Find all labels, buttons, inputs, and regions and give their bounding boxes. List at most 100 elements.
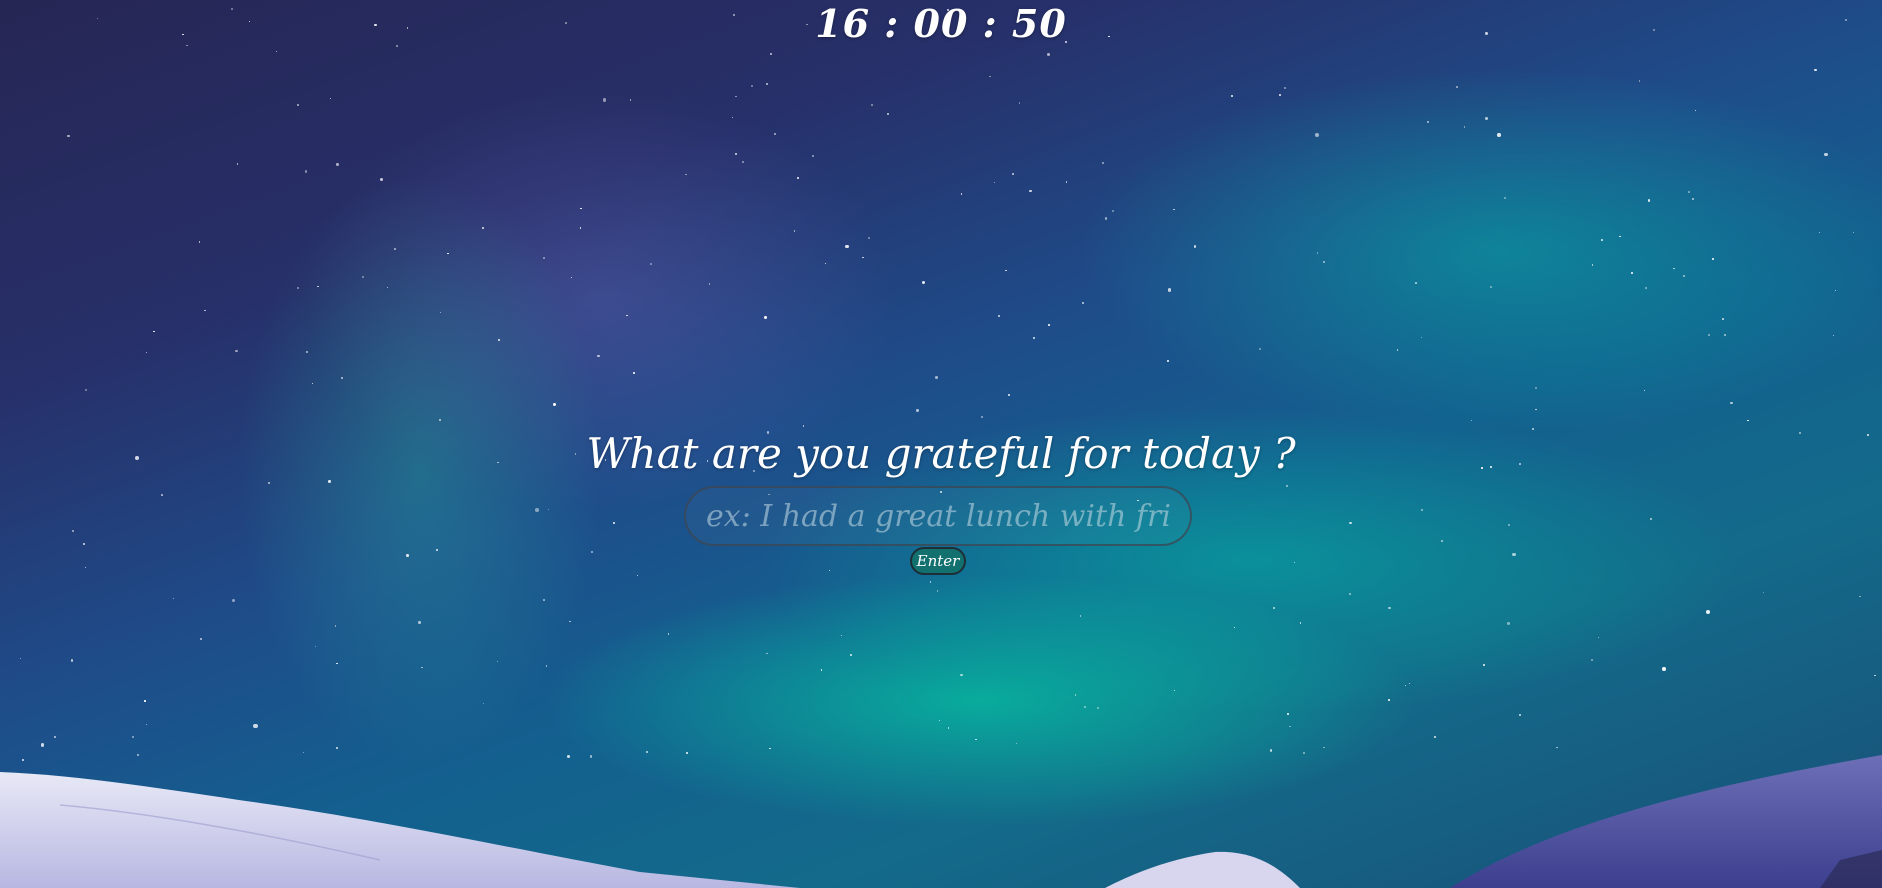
star [589,755,593,758]
star [1535,409,1537,411]
star [793,230,796,232]
star [1490,286,1493,289]
star [1008,393,1011,396]
star [296,286,300,290]
star [975,738,977,741]
star [1512,552,1516,557]
star [1630,272,1633,275]
star [1316,252,1318,254]
star [862,256,864,258]
star [317,285,319,288]
star [1404,684,1406,687]
star [1687,191,1691,194]
star [199,638,202,641]
star [19,658,21,660]
star [330,97,332,100]
star [566,754,570,758]
star [312,382,314,384]
clock-display: 16 : 00 : 50 [815,1,1067,46]
star [629,98,632,101]
star [340,376,343,379]
star [1322,260,1326,264]
star [420,666,423,669]
star [766,83,769,86]
star [173,598,175,600]
star [845,244,849,249]
star [361,276,364,279]
star [998,315,1000,317]
star [1763,591,1765,594]
star [1029,189,1032,193]
star [948,727,950,729]
star [922,281,925,285]
star [1434,735,1437,738]
star [71,529,74,533]
star [1518,713,1521,716]
star [735,95,738,98]
star [1645,286,1648,290]
star [637,575,639,577]
star [305,170,308,173]
star [825,263,827,265]
star [811,155,814,158]
star [645,750,649,754]
gratitude-input[interactable] [684,486,1192,546]
star [1818,231,1821,233]
star [1859,595,1861,598]
star [393,248,396,251]
star [1420,508,1423,512]
star [236,163,239,166]
enter-button[interactable]: Enter [910,547,966,575]
star [570,276,573,279]
star [685,751,688,754]
star [67,134,70,137]
star [960,673,963,677]
star [774,133,776,136]
star [1503,196,1507,199]
star [1279,93,1282,96]
star [1005,269,1007,272]
star [1285,485,1288,488]
star [418,621,421,624]
star [1694,109,1697,111]
star [1018,101,1021,104]
star [1708,333,1711,336]
star [1299,622,1301,624]
star [597,355,600,358]
star [764,316,767,319]
star [1097,706,1100,709]
star [481,227,484,230]
star [1173,690,1175,692]
star [1259,347,1262,350]
star [1682,274,1686,278]
star [1835,290,1837,292]
star [580,207,583,210]
star [1233,626,1236,628]
star [1269,749,1273,752]
star [85,388,88,392]
star [1349,522,1352,525]
star [440,311,442,314]
star [1323,747,1325,749]
star [199,241,201,243]
star [1015,742,1017,744]
star [543,598,546,601]
star [1508,523,1511,526]
star [146,351,148,353]
star [988,75,991,78]
star [1591,264,1594,266]
star [84,566,86,568]
star [1722,318,1725,321]
star [569,620,572,623]
star [1066,181,1068,183]
star [1649,517,1653,521]
star [1289,725,1291,727]
star [144,700,146,702]
star [1426,121,1429,124]
star [770,52,773,56]
star [439,418,442,421]
star [70,659,73,662]
star [54,736,57,739]
star [253,723,258,729]
star [916,409,919,412]
